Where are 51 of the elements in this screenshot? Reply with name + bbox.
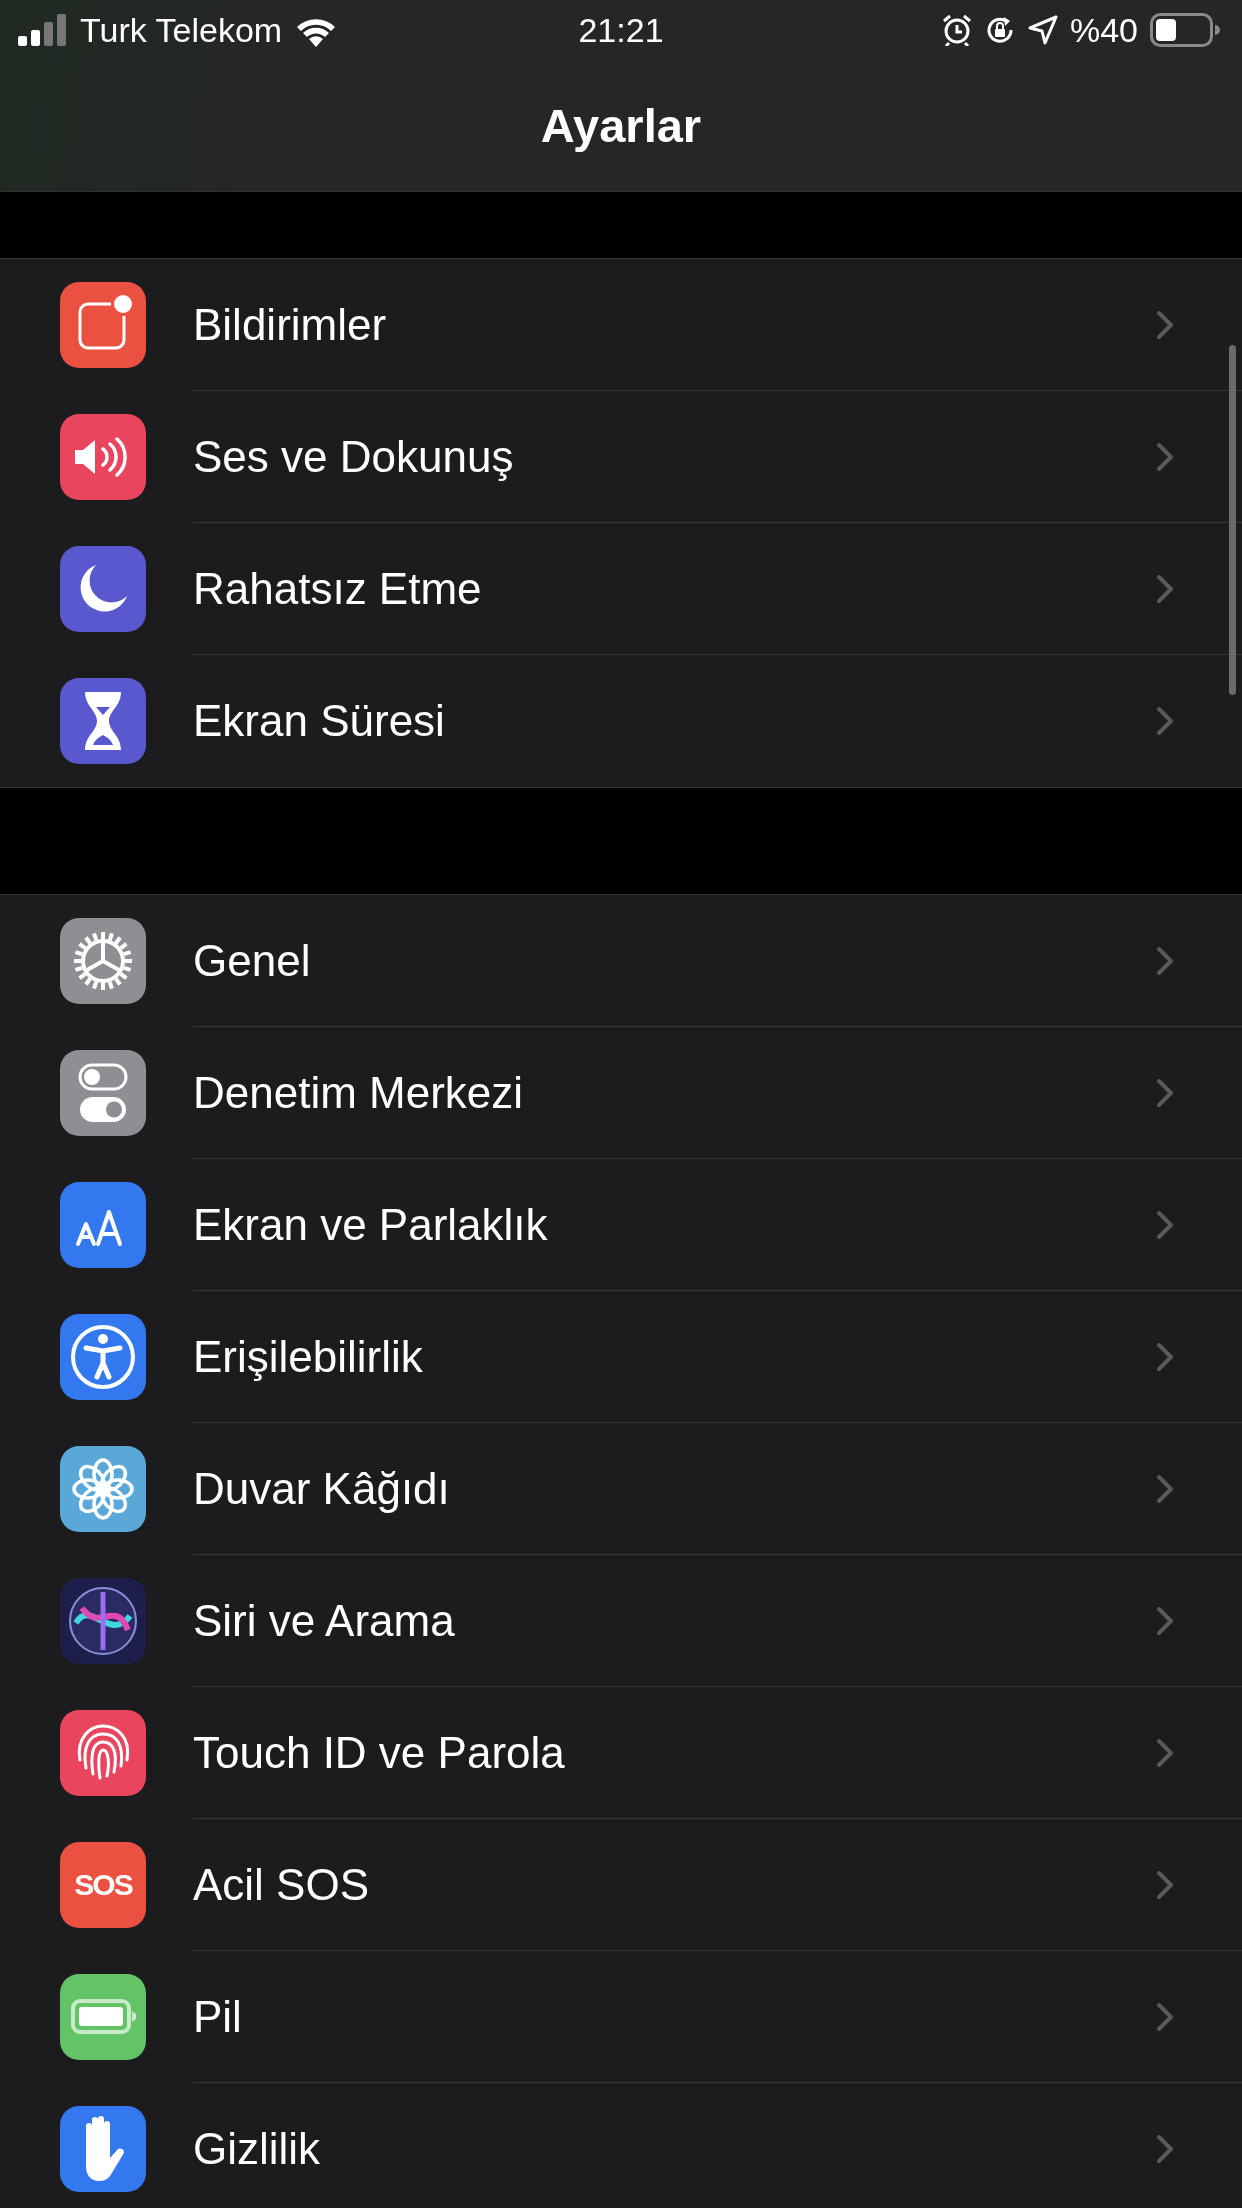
settings-row[interactable]: Erişilebilirlik [0,1291,1242,1423]
settings-row[interactable]: Siri ve Arama [0,1555,1242,1687]
chevron-icon [1156,2134,1174,2164]
settings-row[interactable]: Genel [0,895,1242,1027]
settings-row[interactable]: Ses ve Dokunuş [0,391,1242,523]
chevron-icon [1156,573,1174,604]
carrier-name: Turk Telekom [80,10,283,50]
row-label: Ses ve Dokunuş [193,431,514,482]
row-label: Denetim Merkezi [193,1067,524,1118]
chevron-icon [1156,1473,1174,1504]
row-label: Rahatsız Etme [193,563,482,614]
chevron-icon [1156,1869,1174,1900]
row-label: Duvar Kâğıdı [193,1463,450,1514]
chevron-icon [1156,441,1174,472]
settings-row[interactable]: Pil [0,1951,1242,2083]
signal-icon [18,14,68,46]
chevron-icon [1156,706,1174,736]
row-label: Pil [193,1991,242,2042]
row-label: Touch ID ve Parola [193,1727,565,1778]
row-label: Gizlilik [193,2124,321,2174]
settings-row[interactable]: Rahatsız Etme [0,523,1242,655]
chevron-icon [1156,309,1174,340]
row-label: Ekran ve Parlaklık [193,1199,548,1250]
settings-row[interactable]: Touch ID ve Parola [0,1687,1242,1819]
settings-row[interactable]: Duvar Kâğıdı [0,1423,1242,1555]
settings-row[interactable]: Bildirimler [0,259,1242,391]
settings-row[interactable]: Gizlilik [0,2083,1242,2208]
location-icon [1027,15,1058,45]
settings-row[interactable]: Denetim Merkezi [0,1027,1242,1159]
sos-icon: SOS [60,1842,146,1928]
chevron-icon [1156,945,1174,976]
chevron-icon [1156,1209,1174,1240]
battery-percent: %40 [1069,10,1138,50]
nav-title: Ayarlar [540,97,702,153]
row-label: Bildirimler [193,299,387,350]
chevron-icon [1156,2001,1174,2032]
settings-row[interactable]: Ekran ve Parlaklık [0,1159,1242,1291]
chevron-icon [1156,1605,1174,1636]
row-label: Ekran Süresi [193,696,445,746]
chevron-icon [1156,1737,1174,1768]
settings-row[interactable]: Ekran Süresi [0,655,1242,787]
row-label: Siri ve Arama [193,1595,455,1646]
alarm-icon [941,14,972,46]
battery-icon [1150,13,1220,47]
clock-time: 21:21 [578,10,664,50]
settings-row[interactable]: SOS Acil SOS [0,1819,1242,1951]
row-label: Acil SOS [193,1859,370,1910]
row-label: Erişilebilirlik [193,1331,423,1382]
chevron-icon [1156,1077,1174,1108]
row-label: Genel [193,935,311,986]
chevron-icon [1156,1341,1174,1372]
